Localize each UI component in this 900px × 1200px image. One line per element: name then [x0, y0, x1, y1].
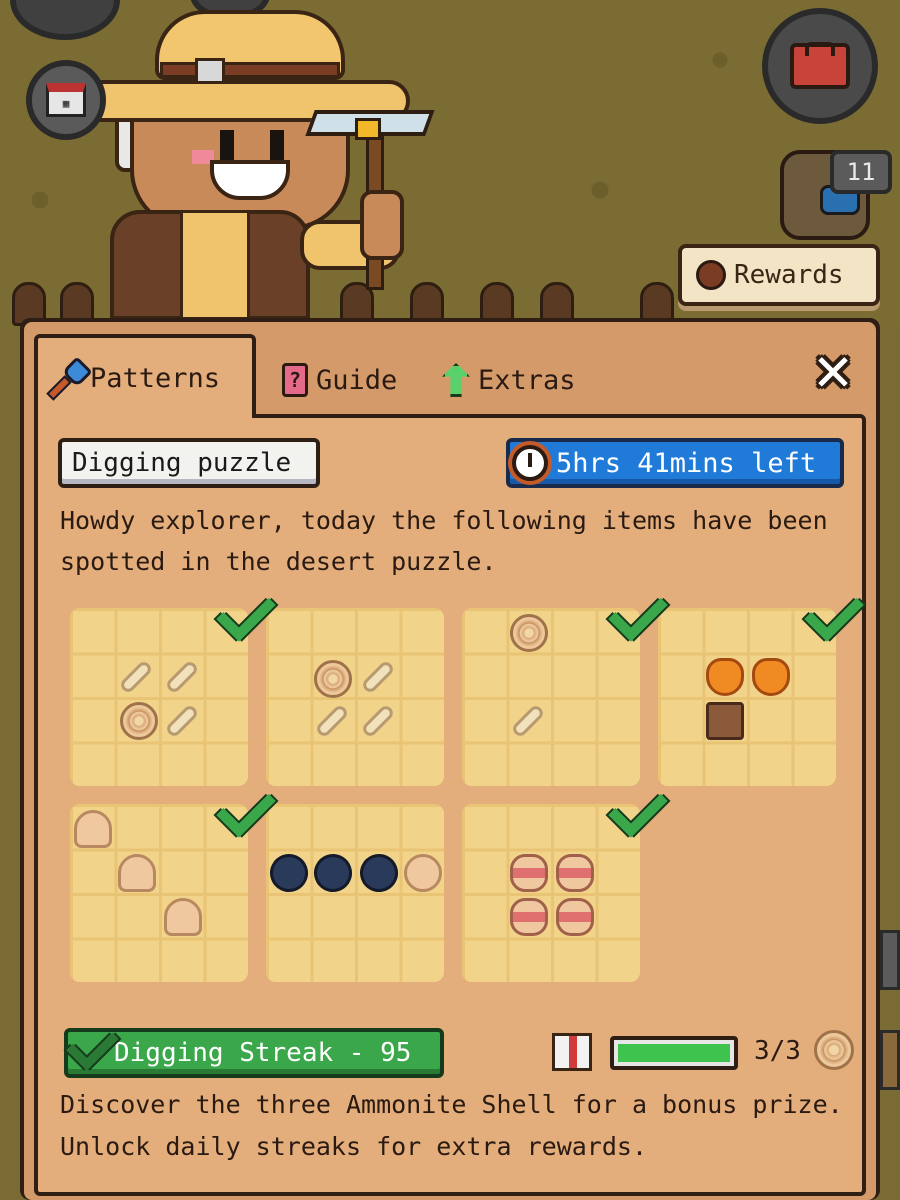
time-left-text: 5hrs 41mins left: [556, 447, 817, 479]
tab-extras[interactable]: Extras: [442, 350, 576, 410]
oyster-icon: [556, 854, 594, 892]
ammonite-shell-icon: [510, 614, 548, 652]
oyster-icon: [510, 854, 548, 892]
digging-streak-badge: Digging Streak - 95: [64, 1028, 444, 1078]
puzzle-grid: [70, 608, 248, 786]
intro-text: Howdy explorer, today the following item…: [60, 506, 828, 576]
gift-icon[interactable]: [552, 1033, 592, 1071]
close-button[interactable]: ✕: [802, 338, 864, 402]
toolbox-button[interactable]: [762, 8, 878, 124]
shell-fossil-icon: [118, 854, 156, 892]
tab-label: Patterns: [90, 362, 221, 394]
tab-guide[interactable]: ? Guide: [282, 350, 397, 410]
patterns-panel: Patterns ? Guide Extras ✕ Digging puzzle…: [20, 318, 880, 1200]
character-hand: [360, 190, 404, 260]
puzzle-card: [70, 608, 248, 786]
streak-progress-bar: [610, 1036, 738, 1070]
rewards-button[interactable]: Rewards: [678, 244, 880, 306]
oyster-icon: [556, 898, 594, 936]
tab-label: Guide: [316, 364, 398, 396]
calendar-icon: ▦: [46, 83, 86, 117]
streak-text: Digging Streak - 95: [114, 1038, 412, 1068]
ammonite-shell-icon: [120, 702, 158, 740]
close-icon: ✕: [814, 332, 852, 405]
tab-label: Extras: [478, 364, 576, 396]
edge-hud-fragment[interactable]: [880, 930, 900, 990]
stone-tablet-icon: [706, 702, 744, 740]
puzzle-grid: [266, 608, 444, 786]
puzzle-grid: [462, 608, 640, 786]
checkmark-icon: [214, 786, 266, 830]
puzzle-grid: [462, 804, 640, 982]
puzzle-card: [462, 804, 640, 982]
puzzle-grid: [266, 804, 444, 982]
puzzle-card: [264, 804, 444, 982]
hat-band: [160, 62, 340, 78]
progress-count: 3/3: [754, 1036, 801, 1066]
character-shirt: [180, 210, 250, 320]
shovel-icon: [52, 361, 82, 395]
section-label: Digging puzzle: [58, 438, 320, 488]
question-icon: ?: [282, 363, 308, 397]
ammonite-shell-icon: [814, 1030, 854, 1070]
oyster-icon: [510, 898, 548, 936]
puzzle-card: [266, 608, 444, 786]
archaeologist-character: [70, 0, 450, 320]
count-badge: 11: [830, 150, 892, 194]
clay-pot-icon: [752, 658, 790, 696]
patterns-content: Digging puzzle 5hrs 41mins left Howdy ex…: [34, 414, 866, 1196]
checkmark-icon: [214, 590, 266, 634]
puzzle-card: [70, 804, 248, 982]
toolbox-handle-icon: [805, 42, 835, 56]
character-eye: [220, 130, 234, 160]
puzzle-grid: [658, 608, 836, 786]
time-left-badge: 5hrs 41mins left: [506, 438, 844, 488]
checkmark-icon: [802, 590, 854, 634]
checkmark-icon: [606, 590, 658, 634]
checkmark-icon: [606, 786, 658, 830]
pickaxe-gem: [355, 118, 381, 140]
clay-pot-icon: [706, 658, 744, 696]
character-eye: [270, 130, 284, 160]
stopwatch-icon: [512, 445, 548, 481]
clam-shell-icon: [404, 854, 442, 892]
hat-buckle: [195, 58, 225, 84]
bag-icon: [696, 260, 726, 290]
green-gem-icon: [442, 363, 470, 397]
checkmark-icon: [64, 1026, 116, 1074]
tab-patterns[interactable]: Patterns: [34, 334, 256, 418]
puzzle-card: [658, 608, 836, 786]
panel-inner: Patterns ? Guide Extras ✕ Digging puzzle…: [24, 322, 876, 1200]
ammonite-shell-icon: [314, 660, 352, 698]
puzzle-patterns-grid: [70, 608, 850, 988]
rewards-label: Rewards: [734, 260, 844, 290]
calendar-button[interactable]: ▦: [26, 60, 106, 140]
edge-hud-fragment[interactable]: [880, 1030, 900, 1090]
bonus-description: Discover the three Ammonite Shell for a …: [60, 1090, 843, 1161]
character-smile: [210, 160, 290, 200]
shell-fossil-icon: [164, 898, 202, 936]
shell-fossil-icon: [74, 810, 112, 848]
puzzle-card: [462, 608, 640, 786]
progress-fill: [618, 1044, 730, 1062]
